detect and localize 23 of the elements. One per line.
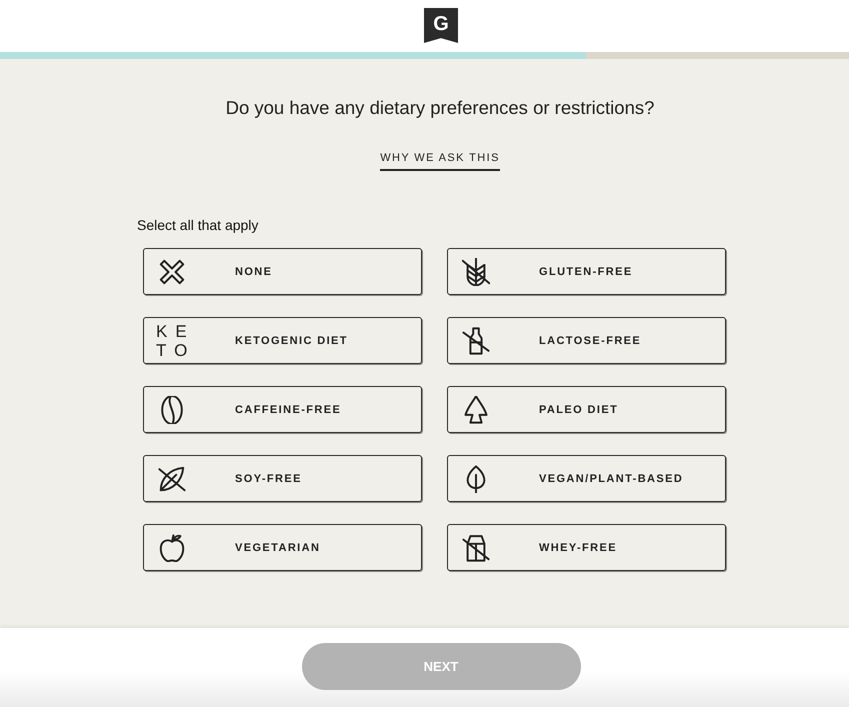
pod-crossed-icon (158, 464, 186, 492)
bottle-crossed-icon (462, 326, 490, 354)
x-icon (158, 258, 186, 286)
option-button[interactable]: CAFFEINE-FREE (143, 386, 422, 433)
option-button[interactable]: KE TO KETOGENIC DIET (143, 317, 422, 364)
option-button[interactable]: PALEO DIET (447, 386, 726, 433)
option-button[interactable]: WHEY-FREE (447, 524, 726, 571)
apple-icon (158, 534, 186, 562)
option-button[interactable]: VEGETARIAN (143, 524, 422, 571)
option-button[interactable]: VEGAN/PLANT-BASED (447, 455, 726, 502)
instruction-text: Select all that apply (137, 216, 258, 234)
wheat-crossed-icon (462, 258, 490, 286)
option-button[interactable]: GLUTEN-FREE (447, 248, 726, 295)
keto-mark: KE TO (156, 322, 196, 360)
option-button[interactable]: NONE (143, 248, 422, 295)
option-button[interactable]: SOY-FREE (143, 455, 422, 502)
carton-crossed-icon (462, 534, 490, 562)
arrowhead-icon (462, 396, 490, 424)
bean-icon (158, 396, 186, 424)
question-title: Do you have any dietary preferences or restrictions? (226, 96, 654, 120)
why-we-ask-link[interactable]: WHY WE ASK THIS (380, 152, 500, 171)
logo[interactable]: G (424, 8, 458, 43)
option-button[interactable]: LACTOSE-FREE (447, 317, 726, 364)
